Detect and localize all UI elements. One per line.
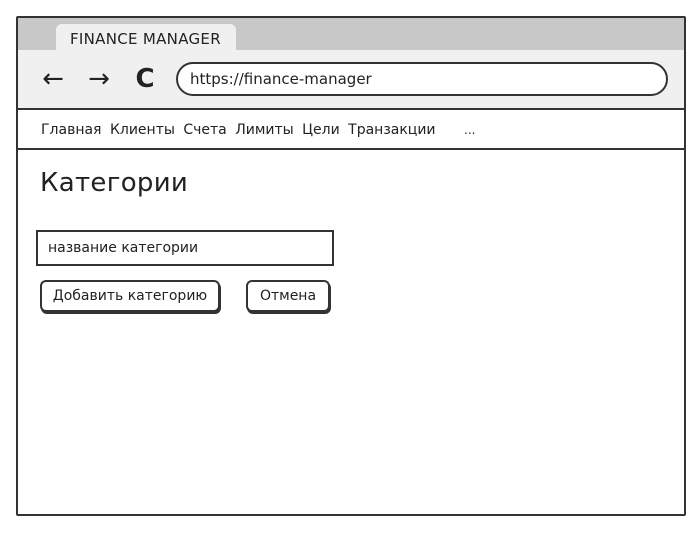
menu-more[interactable]: ... (464, 123, 475, 137)
menu-item-home[interactable]: Главная (41, 122, 101, 138)
menu-item-accounts[interactable]: Счета (183, 122, 226, 138)
menu-item-goals[interactable]: Цели (302, 122, 340, 138)
browser-chrome: FINANCE MANAGER ← → C https://finance-ma… (18, 18, 684, 110)
reload-icon[interactable]: C (130, 64, 160, 94)
category-name-input[interactable] (36, 230, 334, 266)
browser-window: FINANCE MANAGER ← → C https://finance-ma… (16, 16, 686, 516)
main-menu: Главная Клиенты Счета Лимиты Цели Транза… (18, 110, 684, 150)
cancel-button[interactable]: Отмена (246, 280, 330, 312)
page-title: Категории (40, 168, 189, 198)
menu-item-limits[interactable]: Лимиты (235, 122, 294, 138)
menu-item-clients[interactable]: Клиенты (110, 122, 175, 138)
add-category-button[interactable]: Добавить категорию (40, 280, 220, 312)
address-bar[interactable]: https://finance-manager (176, 62, 668, 96)
forward-arrow-icon[interactable]: → (84, 64, 114, 94)
back-arrow-icon[interactable]: ← (38, 64, 68, 94)
menu-item-transactions[interactable]: Транзакции (348, 122, 435, 138)
browser-tab[interactable]: FINANCE MANAGER (56, 24, 236, 50)
